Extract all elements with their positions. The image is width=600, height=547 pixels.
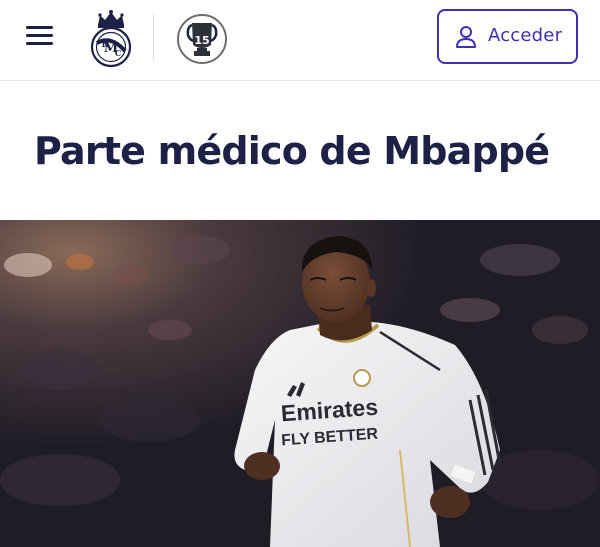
menu-bar bbox=[26, 34, 53, 37]
hamburger-menu-icon[interactable] bbox=[25, 24, 55, 48]
user-icon bbox=[456, 26, 476, 48]
menu-bar bbox=[26, 26, 53, 29]
login-button-label: Acceder bbox=[488, 25, 563, 46]
real-madrid-crest-icon[interactable]: M R C bbox=[89, 9, 133, 67]
player-photo: Emirates FLY BETTER bbox=[0, 220, 600, 547]
login-button[interactable]: Acceder bbox=[437, 9, 578, 64]
site-header: M R C 15 Acceder bbox=[0, 0, 600, 81]
svg-text:R: R bbox=[102, 39, 109, 49]
article-title: Parte médico de Mbappé bbox=[34, 129, 550, 173]
trophy-count: 15 bbox=[194, 34, 209, 47]
header-divider bbox=[153, 14, 154, 60]
hero-image: Emirates FLY BETTER bbox=[0, 220, 600, 547]
champions-trophy-icon[interactable]: 15 bbox=[176, 13, 228, 65]
svg-text:C: C bbox=[115, 48, 121, 58]
menu-bar bbox=[26, 42, 53, 45]
